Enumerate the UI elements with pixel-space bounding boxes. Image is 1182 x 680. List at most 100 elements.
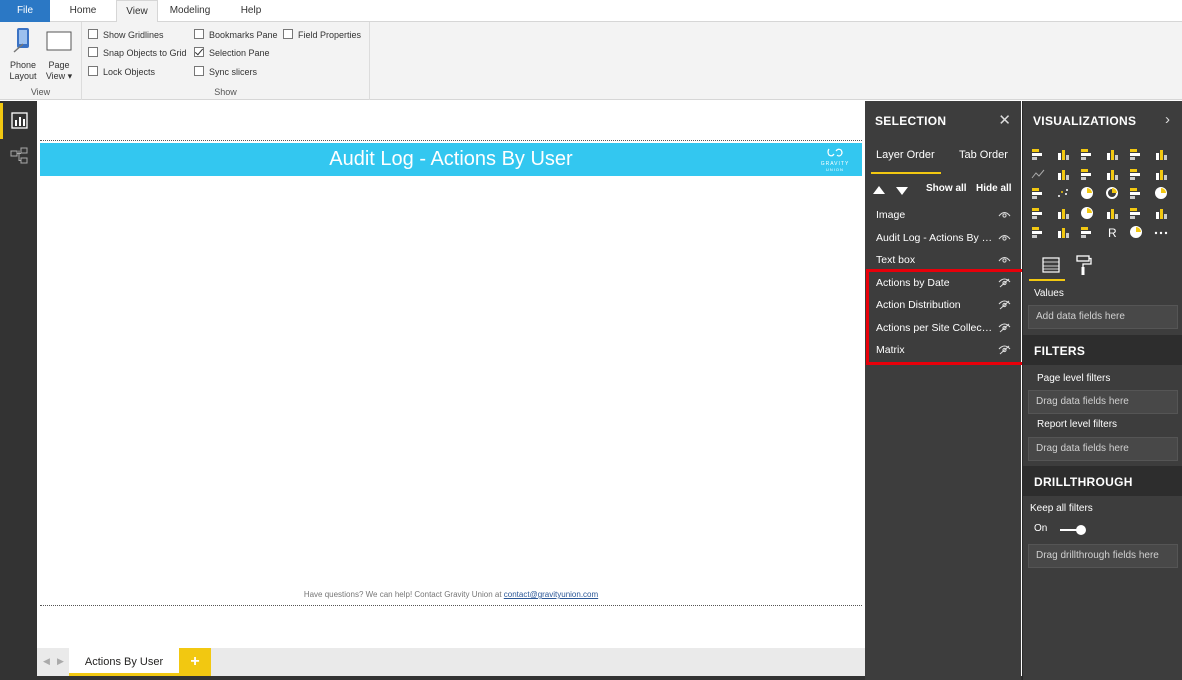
report-title: Audit Log - Actions By User [329,148,573,170]
lock-objects-checkbox[interactable]: Lock Objects [88,65,155,79]
field-properties-label: Field Properties [298,30,362,40]
100-bar-icon[interactable] [1129,147,1143,161]
layer-name: Image [876,209,906,221]
page-filters-well[interactable]: Drag data fields here [1028,390,1178,414]
contact-email-link[interactable]: contact@gravityunion.com [504,590,598,599]
drillthrough-well[interactable]: Drag drillthrough fields here [1028,544,1178,568]
sync-slicers-label: Sync slicers [209,67,258,77]
show-all-button[interactable]: Show all [926,183,967,194]
tab-modeling[interactable]: Modeling [164,0,216,22]
selection-pane-checkbox[interactable]: Selection Pane [194,46,270,60]
hide-all-button[interactable]: Hide all [976,183,1012,194]
matrix-icon[interactable] [1080,225,1094,239]
bookmarks-pane-checkbox[interactable]: Bookmarks Pane [194,28,278,42]
toggle-knob[interactable] [1076,525,1086,535]
field-properties-checkbox[interactable]: Field Properties [283,28,361,42]
visibility-eye-icon[interactable] [998,233,1011,243]
kpi-icon[interactable] [1154,206,1168,220]
multirow-card-icon[interactable] [1129,206,1143,220]
clustered-bar-icon[interactable] [1080,147,1094,161]
more-icon[interactable] [1154,225,1168,239]
report-canvas[interactable]: Audit Log - Actions By User GRAVITY UNIO… [37,101,865,648]
donut-chart-icon[interactable] [1105,186,1119,200]
snap-objects-checkbox[interactable]: Snap Objects to Grid [88,46,187,60]
selection-pane-title: SELECTION [875,114,947,128]
slicer-icon[interactable] [1031,225,1045,239]
phone-layout-label-1: Phone [9,60,37,70]
lock-objects-label: Lock Objects [103,67,156,77]
format-paint-roller-icon[interactable] [1071,253,1095,277]
gauge-icon[interactable] [1080,206,1094,220]
line-column-icon[interactable] [1105,167,1119,181]
phone-layout-button[interactable]: Phone Layout [5,26,41,82]
stacked-area-icon[interactable] [1080,167,1094,181]
report-view-button[interactable] [0,103,37,139]
ribbon-group-show: Show Gridlines Snap Objects to Grid Lock… [82,22,370,100]
values-well[interactable]: Add data fields here [1028,305,1178,329]
page-tab-bar: ◀ ▶ Actions By User + [37,648,865,676]
fields-icon[interactable] [1039,253,1063,277]
area-chart-icon[interactable] [1056,167,1070,181]
clustered-column-icon[interactable] [1105,147,1119,161]
prev-page-icon[interactable]: ◀ [43,656,50,667]
waterfall-icon[interactable] [1031,186,1045,200]
tab-layer-order[interactable]: Layer Order [876,149,935,161]
close-icon[interactable]: ✕ [998,111,1011,129]
drillthrough-title: DRILLTHROUGH [1034,475,1133,489]
contact-footer: Have questions? We can help! Contact Gra… [40,590,862,599]
tab-help[interactable]: Help [234,0,268,22]
card-icon[interactable] [1105,206,1119,220]
page-top-boundary [40,140,862,141]
show-gridlines-checkbox[interactable]: Show Gridlines [88,28,164,42]
show-gridlines-label: Show Gridlines [103,30,164,40]
layer-item[interactable]: Text box [865,249,1021,271]
report-filters-well[interactable]: Drag data fields here [1028,437,1178,461]
tab-home[interactable]: Home [62,0,104,22]
line-stacked-column-icon[interactable] [1129,167,1143,181]
visibility-eye-icon[interactable] [998,255,1011,265]
treemap-icon[interactable] [1129,186,1143,200]
values-label: Values [1034,288,1064,299]
phone-layout-icon [13,28,29,53]
filters-header: FILTERS [1023,335,1182,365]
page-view-label-1: Page [48,60,70,70]
move-down-icon[interactable] [896,187,908,195]
map-icon[interactable] [1154,186,1168,200]
selection-pane-label: Selection Pane [209,48,270,58]
footer-prefix: Have questions? We can help! Contact Gra… [303,590,504,599]
r-visual-icon[interactable]: R [1105,225,1119,239]
drillthrough-header: DRILLTHROUGH [1023,466,1182,496]
relationships-icon [10,147,28,164]
move-up-icon[interactable] [873,186,885,194]
checkbox-box [88,47,98,57]
title-banner[interactable]: Audit Log - Actions By User GRAVITY UNIO… [40,143,862,176]
tab-file[interactable]: File [0,0,50,22]
stacked-column-icon[interactable] [1056,147,1070,161]
layer-item[interactable]: Image [865,204,1021,226]
pie-chart-icon[interactable] [1080,186,1094,200]
layer-order-controls: Show all Hide all [865,181,1021,201]
page-tab-actions-by-user[interactable]: Actions By User [69,648,179,676]
phone-layout-label-2: Layout [9,71,37,81]
page-view-button[interactable]: Page View ▾ [41,26,77,82]
chevron-right-icon[interactable]: › [1165,111,1170,128]
100-column-icon[interactable] [1154,147,1168,161]
relationships-view-button[interactable] [0,139,37,175]
filled-map-icon[interactable] [1031,206,1045,220]
layer-item[interactable]: Audit Log - Actions By User [865,227,1021,249]
layer-name: Text box [876,254,916,266]
sync-slicers-checkbox[interactable]: Sync slicers [194,65,257,79]
scatter-icon[interactable] [1056,186,1070,200]
tab-tab-order[interactable]: Tab Order [959,149,1008,161]
checkbox-box [283,29,293,39]
stacked-bar-icon[interactable] [1031,147,1045,161]
next-page-icon[interactable]: ▶ [57,656,64,667]
table-icon[interactable] [1056,225,1070,239]
globe-icon[interactable] [1129,225,1143,239]
add-page-button[interactable]: + [179,648,211,676]
visibility-eye-icon[interactable] [998,210,1011,220]
funnel-icon[interactable] [1056,206,1070,220]
line-chart-icon[interactable] [1031,167,1045,181]
tab-view[interactable]: View [116,0,158,23]
ribbon-chart-icon[interactable] [1154,167,1168,181]
